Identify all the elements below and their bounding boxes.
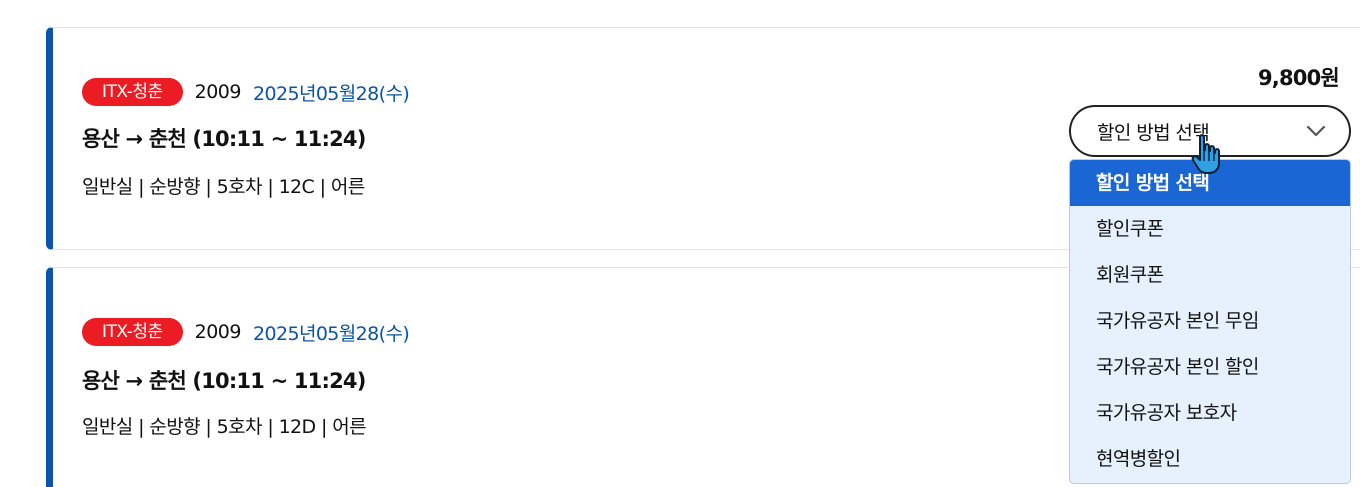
train-type-badge: ITX-청춘 xyxy=(82,318,183,346)
discount-option[interactable]: 국가유공자 본인 할인 xyxy=(1070,344,1350,390)
ticket-price: 9,800원 xyxy=(1258,66,1340,90)
discount-option[interactable]: 국가유공자 보호자 xyxy=(1070,390,1350,436)
ticket-header: ITX-청춘 2009 2025년05월28(수) xyxy=(82,78,410,106)
discount-option[interactable]: 할인쿠폰 xyxy=(1070,206,1350,252)
travel-date: 2025년05월28(수) xyxy=(252,82,410,105)
discount-option[interactable]: 현역병할인 xyxy=(1070,436,1350,482)
seat-info: 일반실 | 순방향 | 5호차 | 12C | 어른 xyxy=(82,176,365,198)
train-number: 2009 xyxy=(194,81,242,103)
seat-info: 일반실 | 순방향 | 5호차 | 12D | 어른 xyxy=(82,416,367,438)
discount-options-list: 할인 방법 선택 할인쿠폰 회원쿠폰 국가유공자 본인 무임 국가유공자 본인 … xyxy=(1069,159,1351,484)
discount-option[interactable]: 회원쿠폰 xyxy=(1070,252,1350,298)
route-time: 용산 → 춘천 (10:11 ~ 11:24) xyxy=(82,127,366,151)
chevron-down-icon xyxy=(1306,125,1326,137)
ticket-header: ITX-청춘 2009 2025년05월28(수) xyxy=(82,318,410,346)
hand-cursor-icon xyxy=(1191,134,1220,174)
route-time: 용산 → 춘천 (10:11 ~ 11:24) xyxy=(82,369,366,393)
ticket-list: ITX-청춘 2009 2025년05월28(수) 용산 → 춘천 (10:11… xyxy=(0,0,1360,487)
train-type-badge: ITX-청춘 xyxy=(82,78,183,106)
discount-option[interactable]: 국가유공자 본인 무임 xyxy=(1070,298,1350,344)
train-number: 2009 xyxy=(194,321,242,343)
travel-date: 2025년05월28(수) xyxy=(252,322,410,345)
